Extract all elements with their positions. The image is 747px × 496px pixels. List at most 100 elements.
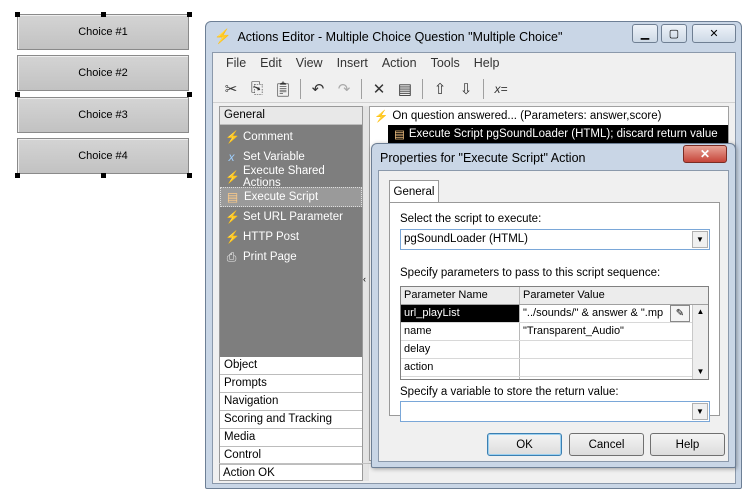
event-label: On question answered... (Parameters: ans… bbox=[392, 110, 662, 122]
command-http-post[interactable]: ⚡ HTTP Post bbox=[220, 227, 362, 247]
param-name-cell[interactable]: loop bbox=[401, 377, 520, 379]
command-set-url-parameter[interactable]: ⚡ Set URL Parameter bbox=[220, 207, 362, 227]
choice-button-1[interactable]: Choice #1 bbox=[17, 14, 189, 50]
tab-general[interactable]: General bbox=[389, 180, 439, 203]
param-name-cell[interactable]: url_playList bbox=[401, 305, 520, 322]
return-variable-select[interactable]: ▼ bbox=[400, 401, 710, 422]
menu-tools[interactable]: Tools bbox=[424, 56, 467, 70]
choice-button-2[interactable]: Choice #2 bbox=[17, 55, 189, 91]
menu-file[interactable]: File bbox=[219, 56, 253, 70]
param-value-cell[interactable]: "../sounds/" & answer & ".mp bbox=[520, 305, 670, 322]
table-row[interactable]: action bbox=[401, 359, 708, 377]
scroll-up-icon[interactable]: ▲ bbox=[693, 305, 708, 319]
action-node[interactable]: ▤ Execute Script pgSoundLoader (HTML); d… bbox=[388, 125, 728, 143]
choice-label: Choice #3 bbox=[78, 109, 128, 121]
properties-dialog: Properties for "Execute Script" Action ✕… bbox=[371, 143, 736, 468]
collapse-arrow-icon: ‹ bbox=[363, 274, 366, 284]
script-icon: ▤ bbox=[226, 190, 239, 204]
script-select-label: Select the script to execute: bbox=[400, 213, 542, 225]
selection-handle[interactable] bbox=[15, 173, 20, 178]
menu-bar: File Edit View Insert Action Tools Help bbox=[213, 53, 735, 73]
menu-edit[interactable]: Edit bbox=[253, 56, 289, 70]
script-select[interactable]: pgSoundLoader (HTML) ▼ bbox=[400, 229, 710, 250]
command-execute-shared-actions[interactable]: ⚡ Execute Shared Actions bbox=[220, 165, 362, 189]
param-value-cell[interactable] bbox=[520, 377, 690, 379]
param-name-cell[interactable]: name bbox=[401, 323, 520, 340]
choice-label: Choice #1 bbox=[78, 26, 128, 38]
table-row[interactable]: loop bbox=[401, 377, 708, 379]
delete-icon[interactable]: ✕ bbox=[367, 77, 391, 101]
command-comment[interactable]: ⚡ Comment bbox=[220, 127, 362, 147]
command-execute-script[interactable]: ▤ Execute Script bbox=[220, 187, 362, 207]
lightning-icon: ⚡ bbox=[225, 230, 240, 244]
edit-value-button[interactable]: ✎ bbox=[670, 305, 690, 322]
lightning-icon: ⚡ bbox=[214, 28, 232, 44]
category-scoring-tracking[interactable]: Scoring and Tracking bbox=[220, 411, 362, 429]
lightning-icon: ⚡ bbox=[225, 170, 240, 184]
chevron-down-icon[interactable]: ▼ bbox=[692, 403, 708, 420]
paste-icon[interactable]: 📋︎ bbox=[271, 77, 295, 101]
dialog-close-button[interactable]: ✕ bbox=[683, 145, 727, 163]
table-row[interactable]: url_playList "../sounds/" & answer & ".m… bbox=[401, 305, 708, 323]
selection-handle[interactable] bbox=[15, 92, 20, 97]
close-button[interactable]: ✕ bbox=[692, 24, 736, 43]
choice-button-3[interactable]: Choice #3 bbox=[17, 97, 189, 133]
cut-icon[interactable]: ✂ bbox=[219, 77, 243, 101]
column-header-name[interactable]: Parameter Name bbox=[401, 287, 520, 304]
param-name-cell[interactable]: delay bbox=[401, 341, 520, 358]
command-label: Execute Script bbox=[244, 191, 319, 203]
lightning-icon: ⚡ bbox=[225, 210, 240, 224]
properties-icon[interactable]: ▤ bbox=[393, 77, 417, 101]
selection-handle[interactable] bbox=[15, 12, 20, 17]
scroll-down-icon[interactable]: ▼ bbox=[693, 365, 708, 379]
minimize-button[interactable]: ▁ bbox=[632, 24, 658, 43]
selection-handle[interactable] bbox=[187, 92, 192, 97]
undo-icon[interactable]: ↶ bbox=[306, 77, 330, 101]
grid-scrollbar[interactable]: ▲ ▼ bbox=[692, 305, 708, 379]
menu-view[interactable]: View bbox=[289, 56, 330, 70]
copy-icon[interactable]: ⎘ bbox=[245, 77, 269, 101]
choice-button-4[interactable]: Choice #4 bbox=[17, 138, 189, 174]
table-row[interactable]: name "Transparent_Audio" bbox=[401, 323, 708, 341]
dialog-body: General Select the script to execute: pg… bbox=[378, 170, 729, 462]
command-set-variable[interactable]: x Set Variable bbox=[220, 147, 362, 167]
menu-help[interactable]: Help bbox=[467, 56, 507, 70]
move-up-icon[interactable]: ⇧ bbox=[428, 77, 452, 101]
toolbar-separator bbox=[483, 78, 484, 99]
selection-handle[interactable] bbox=[101, 12, 106, 17]
category-general[interactable]: General bbox=[220, 107, 362, 125]
menu-action[interactable]: Action bbox=[375, 56, 424, 70]
event-node[interactable]: ⚡ On question answered... (Parameters: a… bbox=[370, 107, 728, 125]
param-name-cell[interactable]: action bbox=[401, 359, 520, 376]
selection-handle[interactable] bbox=[187, 12, 192, 17]
column-header-value[interactable]: Parameter Value bbox=[520, 287, 690, 304]
category-media[interactable]: Media bbox=[220, 429, 362, 447]
script-icon: ▤ bbox=[394, 129, 405, 141]
return-variable-label: Specify a variable to store the return v… bbox=[400, 386, 619, 398]
parameters-grid: Parameter Name Parameter Value url_playL… bbox=[400, 286, 709, 380]
help-button[interactable]: Help bbox=[650, 433, 725, 456]
param-value-cell[interactable]: "Transparent_Audio" bbox=[520, 323, 690, 340]
script-select-value: pgSoundLoader (HTML) bbox=[404, 233, 529, 245]
selection-handle[interactable] bbox=[187, 173, 192, 178]
menu-insert[interactable]: Insert bbox=[330, 56, 375, 70]
maximize-button[interactable]: ▢ bbox=[661, 24, 687, 43]
table-row[interactable]: delay bbox=[401, 341, 708, 359]
action-palette: General ⚡ Comment x Set Variable ⚡ Execute … bbox=[219, 106, 363, 481]
chevron-down-icon[interactable]: ▼ bbox=[692, 231, 708, 248]
variables-icon[interactable]: x= bbox=[489, 77, 513, 101]
window-title: Actions Editor - Multiple Choice Questio… bbox=[237, 29, 563, 44]
move-down-icon[interactable]: ⇩ bbox=[454, 77, 478, 101]
command-print-page[interactable]: ⎙ Print Page bbox=[220, 247, 362, 267]
category-navigation[interactable]: Navigation bbox=[220, 393, 362, 411]
category-object[interactable]: Object bbox=[220, 357, 362, 375]
selection-handle[interactable] bbox=[101, 173, 106, 178]
category-prompts[interactable]: Prompts bbox=[220, 375, 362, 393]
param-value-cell[interactable] bbox=[520, 359, 690, 376]
cancel-button[interactable]: Cancel bbox=[569, 433, 644, 456]
ok-button[interactable]: OK bbox=[487, 433, 562, 456]
redo-icon[interactable]: ↷ bbox=[332, 77, 356, 101]
command-list: ⚡ Comment x Set Variable ⚡ Execute Shared A… bbox=[220, 125, 362, 357]
param-value-cell[interactable] bbox=[520, 341, 690, 358]
choice-label: Choice #4 bbox=[78, 150, 128, 162]
